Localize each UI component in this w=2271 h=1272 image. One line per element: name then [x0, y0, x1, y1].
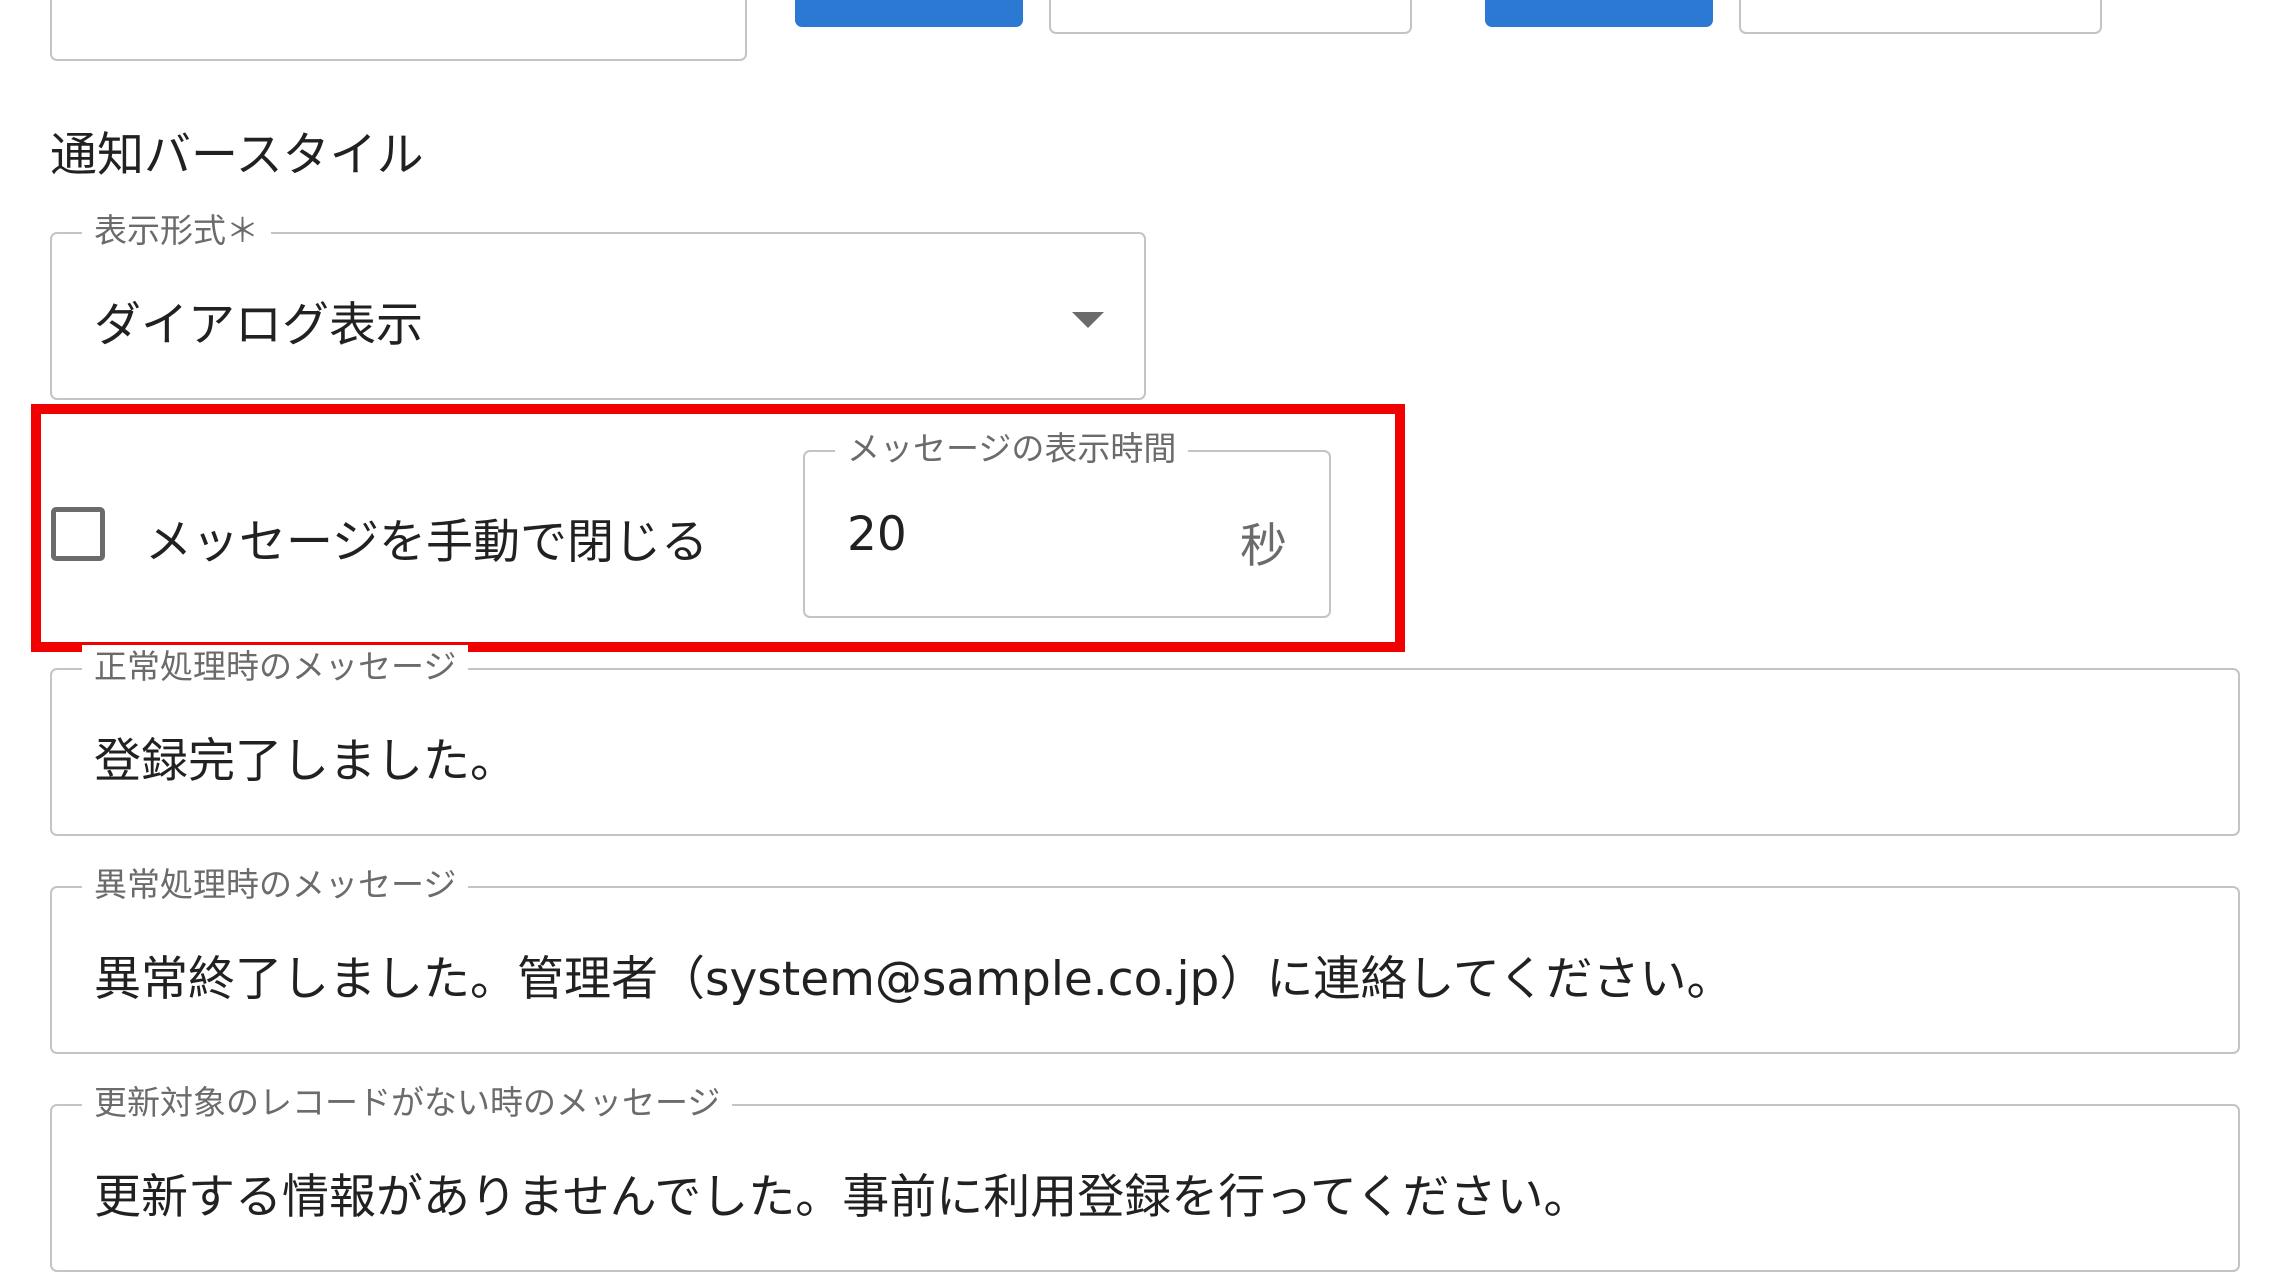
section-title: 通知バースタイル [50, 128, 424, 183]
display-time-unit: 秒 [1240, 519, 1287, 574]
top-blue-button-2[interactable] [1485, 0, 1713, 27]
display-time-field[interactable]: メッセージの表示時間 20 秒 [803, 427, 1331, 618]
manual-close-checkbox[interactable] [51, 507, 105, 561]
no-record-message-input[interactable]: 更新する情報がありませんでした。事前に利用登録を行ってください。 [94, 1158, 1590, 1227]
no-record-message-field[interactable]: 更新対象のレコードがない時のメッセージ 更新する情報がありませんでした。事前に利… [50, 1081, 2240, 1272]
display-format-select[interactable]: 表示形式＊ ダイアログ表示 [50, 209, 1146, 400]
chevron-down-icon[interactable] [1072, 312, 1104, 328]
display-format-value: ダイアログ表示 [94, 298, 423, 353]
top-outline-field-2[interactable] [1739, 0, 2102, 34]
top-outline-field-1[interactable] [1049, 0, 1412, 34]
display-format-label: 表示形式＊ [82, 209, 271, 253]
top-select-field[interactable] [50, 0, 747, 61]
manual-close-label[interactable]: メッセージを手動で閉じる [145, 503, 708, 572]
success-message-field[interactable]: 正常処理時のメッセージ 登録完了しました。 [50, 645, 2240, 836]
success-message-input[interactable]: 登録完了しました。 [94, 722, 517, 791]
top-blue-button-1[interactable] [795, 0, 1023, 27]
no-record-message-label: 更新対象のレコードがない時のメッセージ [82, 1081, 733, 1125]
error-message-field[interactable]: 異常処理時のメッセージ 異常終了しました。管理者（system@sample.c… [50, 863, 2240, 1054]
success-message-label: 正常処理時のメッセージ [82, 645, 469, 689]
display-time-label: メッセージの表示時間 [835, 427, 1189, 471]
error-message-input[interactable]: 異常終了しました。管理者（system@sample.co.jp）に連絡してくだ… [94, 940, 1734, 1009]
display-time-input[interactable]: 20 [847, 507, 907, 562]
error-message-label: 異常処理時のメッセージ [82, 863, 469, 907]
